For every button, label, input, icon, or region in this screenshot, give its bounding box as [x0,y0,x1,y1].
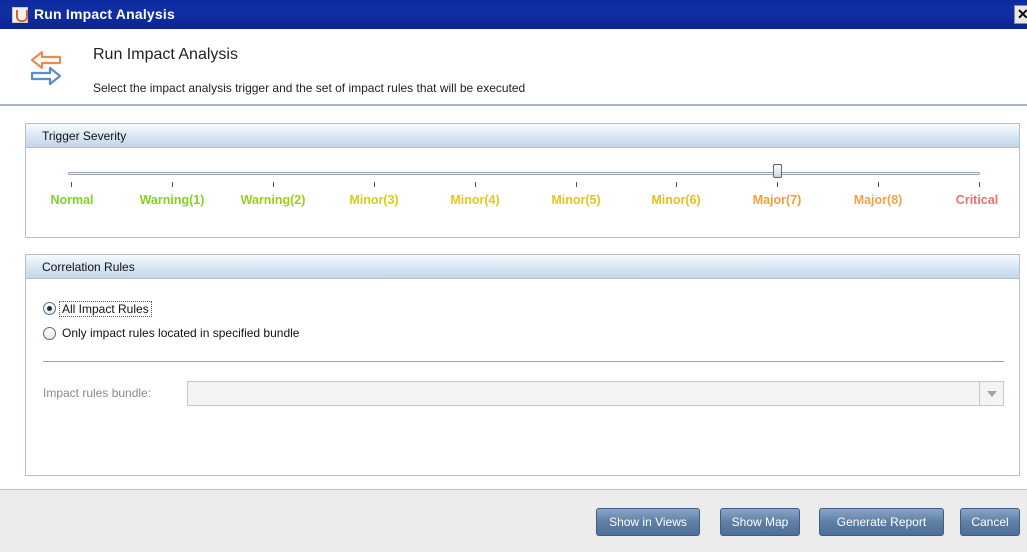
trigger-severity-header: Trigger Severity [26,124,1019,148]
severity-level-label[interactable]: Minor(5) [551,193,600,207]
java-app-icon [12,7,28,23]
show-in-views-button[interactable]: Show in Views [596,508,700,536]
swap-arrows-icon [30,50,62,86]
window-title: Run Impact Analysis [34,6,175,22]
trigger-severity-title: Trigger Severity [42,129,127,143]
severity-tick [475,182,476,187]
severity-level-label[interactable]: Warning(1) [140,193,205,207]
severity-slider-track[interactable] [68,172,980,175]
impact-rules-bundle-label: Impact rules bundle: [43,386,152,400]
severity-level-label[interactable]: Minor(6) [651,193,700,207]
dialog-description: Select the impact analysis trigger and t… [93,81,526,95]
severity-tick [576,182,577,187]
close-icon[interactable]: ✕ [1014,5,1027,24]
bundle-rules-radio[interactable] [43,327,56,340]
trigger-severity-panel: Trigger Severity [25,123,1020,238]
correlation-rules-panel: Correlation Rules [25,254,1020,476]
severity-tick [676,182,677,187]
severity-level-label[interactable]: Minor(4) [450,193,499,207]
severity-level-label[interactable]: Normal [50,193,93,207]
severity-tick [71,182,72,187]
severity-tick [878,182,879,187]
severity-level-label[interactable]: Critical [956,193,998,207]
severity-tick [374,182,375,187]
bundle-rules-label[interactable]: Only impact rules located in specified b… [62,326,299,340]
generate-report-button[interactable]: Generate Report [819,508,944,536]
rules-divider [43,361,1004,362]
severity-level-label[interactable]: Warning(2) [241,193,306,207]
severity-level-label[interactable]: Minor(3) [349,193,398,207]
severity-slider-thumb[interactable] [773,164,782,178]
correlation-rules-title: Correlation Rules [42,260,135,274]
chevron-down-icon[interactable] [979,382,1003,405]
severity-tick [979,182,980,187]
show-map-button[interactable]: Show Map [720,508,800,536]
severity-tick [777,182,778,187]
severity-level-label[interactable]: Major(8) [854,193,903,207]
dialog-heading: Run Impact Analysis [93,46,238,63]
correlation-rules-header: Correlation Rules [26,255,1019,279]
header-divider [0,104,1027,106]
severity-level-label[interactable]: Major(7) [753,193,802,207]
severity-tick [172,182,173,187]
severity-tick [273,182,274,187]
cancel-button[interactable]: Cancel [960,508,1020,536]
all-impact-rules-label[interactable]: All Impact Rules [59,301,152,317]
impact-rules-bundle-select[interactable] [187,381,1004,406]
all-impact-rules-radio[interactable] [43,302,56,315]
